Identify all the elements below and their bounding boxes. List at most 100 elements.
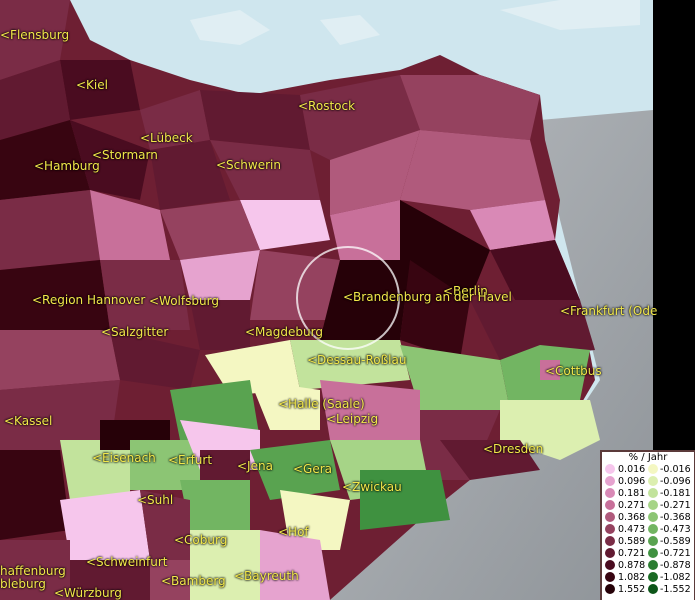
city-label-frankfurt-oder[interactable]: <Frankfurt (Ode bbox=[560, 304, 657, 318]
legend-value-positive: 0.181 bbox=[618, 488, 646, 499]
city-label-rostock[interactable]: <Rostock bbox=[298, 99, 355, 113]
legend-swatch-negative bbox=[648, 488, 658, 498]
legend-swatch-negative bbox=[648, 512, 658, 522]
city-label-partial-left[interactable]: bleburg bbox=[0, 577, 46, 591]
legend-row: 0.721 -0.721 bbox=[602, 548, 694, 559]
legend-value-positive: 0.473 bbox=[618, 524, 646, 535]
region bbox=[0, 330, 120, 390]
city-label-erfurt[interactable]: <Erfurt bbox=[168, 453, 212, 467]
legend-title: % / Jahr bbox=[628, 452, 668, 463]
city-label-dessau[interactable]: <Dessau-Roßlau bbox=[307, 353, 406, 367]
legend-swatch-positive bbox=[605, 524, 615, 534]
city-label-region-hannover[interactable]: <Region Hannover bbox=[32, 293, 145, 307]
legend-swatch-positive bbox=[605, 512, 615, 522]
city-label-bayreuth[interactable]: <Bayreuth bbox=[234, 569, 299, 583]
city-label-bamberg[interactable]: <Bamberg bbox=[161, 574, 226, 588]
city-label-hamburg[interactable]: <Hamburg bbox=[34, 159, 100, 173]
legend-value-negative: -1.552 bbox=[660, 584, 691, 595]
city-label-gera[interactable]: <Gera bbox=[293, 462, 332, 476]
region bbox=[260, 530, 330, 600]
legend-value-negative: -0.096 bbox=[660, 476, 691, 487]
legend-row: 0.878 -0.878 bbox=[602, 560, 694, 571]
right-dark-panel bbox=[653, 0, 695, 450]
legend-value-positive: 0.271 bbox=[618, 500, 646, 511]
legend-value-negative: -0.016 bbox=[660, 464, 691, 475]
legend-swatch-positive bbox=[605, 476, 615, 486]
legend-swatch-positive bbox=[605, 560, 615, 570]
legend-value-positive: 1.082 bbox=[618, 572, 646, 583]
legend-swatch-positive bbox=[605, 536, 615, 546]
legend-swatch-negative bbox=[648, 536, 658, 546]
legend-value-positive: 0.016 bbox=[618, 464, 646, 475]
legend-swatch-negative bbox=[648, 572, 658, 582]
city-label-schweinfurt[interactable]: <Schweinfurt bbox=[86, 555, 167, 569]
city-label-kassel[interactable]: <Kassel bbox=[4, 414, 52, 428]
city-label-coburg[interactable]: <Coburg bbox=[174, 533, 227, 547]
legend-row: 0.181 -0.181 bbox=[602, 488, 694, 499]
city-label-brandenburg[interactable]: <Brandenburg an der Havel bbox=[343, 290, 512, 304]
city-label-stormarn[interactable]: <Stormarn bbox=[92, 148, 158, 162]
legend-value-positive: 0.721 bbox=[618, 548, 646, 559]
legend-value-positive: 0.878 bbox=[618, 560, 646, 571]
city-label-hof[interactable]: <Hof bbox=[278, 525, 309, 539]
region bbox=[0, 450, 70, 540]
city-label-salzgitter[interactable]: <Salzgitter bbox=[101, 325, 168, 339]
legend-swatch-negative bbox=[648, 548, 658, 558]
legend-swatch-positive bbox=[605, 464, 615, 474]
legend-value-negative: -0.368 bbox=[660, 512, 691, 523]
region bbox=[400, 130, 545, 210]
legend-swatch-negative bbox=[648, 500, 658, 510]
city-label-kiel[interactable]: <Kiel bbox=[76, 78, 108, 92]
city-label-luebeck[interactable]: <Lübeck bbox=[140, 131, 193, 145]
legend-row: 0.271 -0.271 bbox=[602, 500, 694, 511]
legend-row: 0.016 -0.016 bbox=[602, 464, 694, 475]
city-label-eisenach[interactable]: <Eisenach bbox=[92, 451, 156, 465]
city-label-zwickau[interactable]: <Zwickau bbox=[342, 480, 402, 494]
legend-row: 0.368 -0.368 bbox=[602, 512, 694, 523]
city-label-cottbus[interactable]: <Cottbus bbox=[545, 364, 602, 378]
legend-value-negative: -0.181 bbox=[660, 488, 691, 499]
city-label-halle[interactable]: <Halle (Saale) bbox=[278, 397, 365, 411]
legend-value-negative: -0.271 bbox=[660, 500, 691, 511]
legend-swatch-positive bbox=[605, 548, 615, 558]
city-label-suhl[interactable]: <Suhl bbox=[137, 493, 173, 507]
legend-value-negative: -0.589 bbox=[660, 536, 691, 547]
city-label-wolfsburg[interactable]: <Wolfsburg bbox=[149, 294, 219, 308]
legend-row: 1.552 -1.552 bbox=[602, 584, 694, 595]
city-label-leipzig[interactable]: <Leipzig bbox=[326, 412, 378, 426]
legend-swatch-positive bbox=[605, 584, 615, 594]
legend-value-positive: 0.368 bbox=[618, 512, 646, 523]
legend-value-positive: 1.552 bbox=[618, 584, 646, 595]
legend-value-negative: -1.082 bbox=[660, 572, 691, 583]
region bbox=[0, 190, 100, 270]
city-label-dresden[interactable]: <Dresden bbox=[483, 442, 543, 456]
legend-value-negative: -0.473 bbox=[660, 524, 691, 535]
legend-row: 0.096 -0.096 bbox=[602, 476, 694, 487]
legend-swatch-negative bbox=[648, 584, 658, 594]
legend-swatch-positive bbox=[605, 572, 615, 582]
legend-value-negative: -0.721 bbox=[660, 548, 691, 559]
legend-value-negative: -0.878 bbox=[660, 560, 691, 571]
map-canvas[interactable]: <Flensburg <Kiel <Rostock <Lübeck <Storm… bbox=[0, 0, 695, 600]
city-label-jena[interactable]: <Jena bbox=[237, 459, 273, 473]
legend-swatch-negative bbox=[648, 476, 658, 486]
region bbox=[360, 470, 450, 530]
legend-swatch-positive bbox=[605, 488, 615, 498]
region bbox=[250, 250, 340, 320]
legend-row: 0.473 -0.473 bbox=[602, 524, 694, 535]
legend-swatch-negative bbox=[648, 524, 658, 534]
legend-swatch-negative bbox=[648, 560, 658, 570]
legend-swatch-positive bbox=[605, 500, 615, 510]
city-label-schwerin[interactable]: <Schwerin bbox=[216, 158, 281, 172]
legend-row: 1.082 -1.082 bbox=[602, 572, 694, 583]
region bbox=[180, 480, 250, 530]
city-label-magdeburg[interactable]: <Magdeburg bbox=[245, 325, 323, 339]
city-label-flensburg[interactable]: <Flensburg bbox=[0, 28, 69, 42]
legend: % / Jahr 0.016 -0.016 0.096 -0.096 0.181 -0.1… bbox=[600, 450, 695, 600]
legend-row: 0.589 -0.589 bbox=[602, 536, 694, 547]
city-label-aschaffenburg[interactable]: haffenburg bbox=[0, 564, 66, 578]
legend-swatch-negative bbox=[648, 464, 658, 474]
legend-value-positive: 0.096 bbox=[618, 476, 646, 487]
legend-value-positive: 0.589 bbox=[618, 536, 646, 547]
city-label-wuerzburg[interactable]: <Würzburg bbox=[54, 586, 122, 600]
